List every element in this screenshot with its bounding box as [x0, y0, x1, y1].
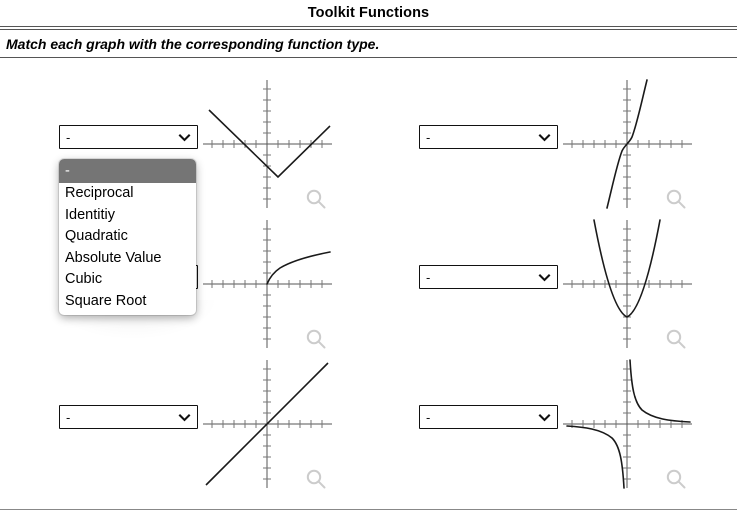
- dropdown-option-identitiy[interactable]: Identitiy: [59, 205, 196, 227]
- function-select-dropdown-list[interactable]: - Reciprocal Identitiy Quadratic Absolut…: [59, 159, 196, 315]
- function-select-4-value: -: [426, 269, 431, 285]
- instruction-bar: Match each graph with the corresponding …: [0, 29, 737, 58]
- function-select-1[interactable]: -: [59, 125, 198, 149]
- dropdown-option-reciprocal[interactable]: Reciprocal: [59, 183, 196, 205]
- function-select-6-wrap: -: [419, 405, 558, 429]
- page-title: Toolkit Functions: [307, 5, 430, 21]
- dropdown-option-dash[interactable]: -: [59, 159, 196, 183]
- dropdown-option-square-root[interactable]: Square Root: [59, 291, 196, 313]
- magnifier-icon[interactable]: [665, 328, 687, 350]
- problem-cell-6: -: [360, 350, 720, 490]
- dropdown-option-quadratic[interactable]: Quadratic: [59, 226, 196, 248]
- magnifier-icon[interactable]: [305, 328, 327, 350]
- function-select-1-wrap: -: [59, 125, 198, 149]
- magnifier-icon[interactable]: [305, 188, 327, 210]
- function-select-6-value: -: [426, 409, 431, 425]
- title-bar: Toolkit Functions: [0, 0, 737, 27]
- chevron-down-icon: [538, 131, 551, 144]
- problem-cell-5: -: [0, 350, 360, 490]
- bottom-divider: [0, 509, 737, 510]
- function-select-2-wrap: -: [419, 125, 558, 149]
- chevron-down-icon: [538, 271, 551, 284]
- function-select-2[interactable]: -: [419, 125, 558, 149]
- function-select-4[interactable]: -: [419, 265, 558, 289]
- magnifier-icon[interactable]: [665, 188, 687, 210]
- function-select-5-value: -: [66, 409, 71, 425]
- dropdown-option-absolute-value[interactable]: Absolute Value: [59, 248, 196, 270]
- chevron-down-icon: [538, 411, 551, 424]
- function-select-4-wrap: -: [419, 265, 558, 289]
- function-select-5-wrap: -: [59, 405, 198, 429]
- dropdown-option-cubic[interactable]: Cubic: [59, 269, 196, 291]
- chevron-down-icon: [178, 131, 191, 144]
- function-select-6[interactable]: -: [419, 405, 558, 429]
- problem-cell-2: -: [360, 70, 720, 210]
- instruction-text: Match each graph with the corresponding …: [6, 35, 380, 52]
- chevron-down-icon: [178, 411, 191, 424]
- function-select-5[interactable]: -: [59, 405, 198, 429]
- magnifier-icon[interactable]: [665, 468, 687, 490]
- problem-cell-4: -: [360, 210, 720, 350]
- function-select-2-value: -: [426, 129, 431, 145]
- function-select-1-value: -: [66, 129, 71, 145]
- magnifier-icon[interactable]: [305, 468, 327, 490]
